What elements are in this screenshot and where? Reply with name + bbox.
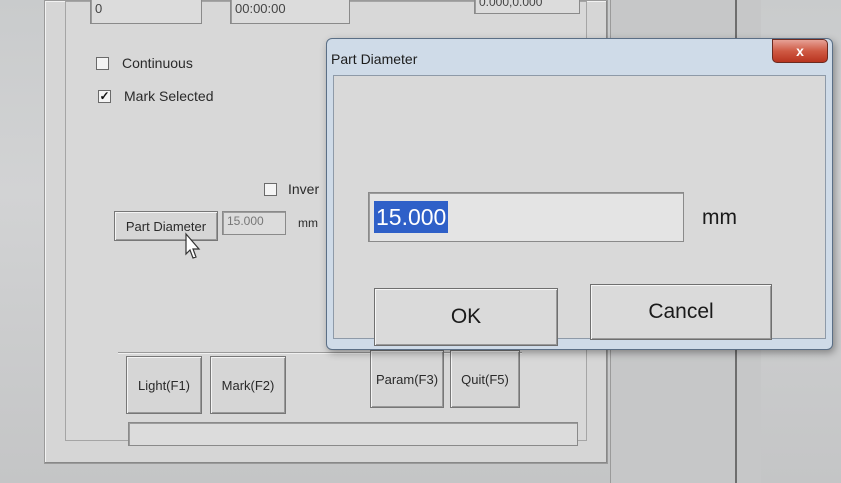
ok-button[interactable]: OK xyxy=(374,288,558,346)
part-diameter-button[interactable]: Part Diameter xyxy=(114,211,218,241)
mark-selected-label: Mark Selected xyxy=(124,88,214,104)
cancel-button[interactable]: Cancel xyxy=(590,284,772,340)
time-field[interactable]: 00:00:00 xyxy=(230,0,350,24)
mark-button[interactable]: Mark(F2) xyxy=(210,356,286,414)
mark-selected-checkbox[interactable]: ✓ xyxy=(98,90,111,103)
quit-button[interactable]: Quit(F5) xyxy=(450,350,520,408)
unit-label: mm xyxy=(702,206,737,229)
close-icon: x xyxy=(796,43,804,59)
part-diameter-unit: mm xyxy=(298,216,318,230)
selected-value: 15.000 xyxy=(374,201,449,233)
mouse-pointer-icon xyxy=(185,232,201,259)
status-bar xyxy=(128,422,578,446)
invert-label: Inver xyxy=(288,181,320,197)
dialog-title: Part Diameter xyxy=(331,51,418,67)
continuous-label: Continuous xyxy=(122,55,193,71)
param-button[interactable]: Param(F3) xyxy=(370,350,444,408)
diameter-input[interactable]: 15.000 xyxy=(368,192,684,242)
coordinate-field[interactable]: 0.000,0.000 xyxy=(474,0,580,14)
light-button[interactable]: Light(F1) xyxy=(126,356,202,414)
checkmark-icon: ✓ xyxy=(99,89,110,103)
part-diameter-dialog: Part Diameter x 15.000 mm OK Cancel xyxy=(326,38,833,350)
close-button[interactable]: x xyxy=(772,39,828,63)
counter-field[interactable]: 0 xyxy=(90,0,202,24)
part-diameter-field[interactable]: 15.000 xyxy=(222,211,286,235)
dialog-body: 15.000 mm OK Cancel xyxy=(333,75,826,346)
invert-checkbox[interactable] xyxy=(264,183,277,196)
continuous-checkbox[interactable] xyxy=(96,57,109,70)
